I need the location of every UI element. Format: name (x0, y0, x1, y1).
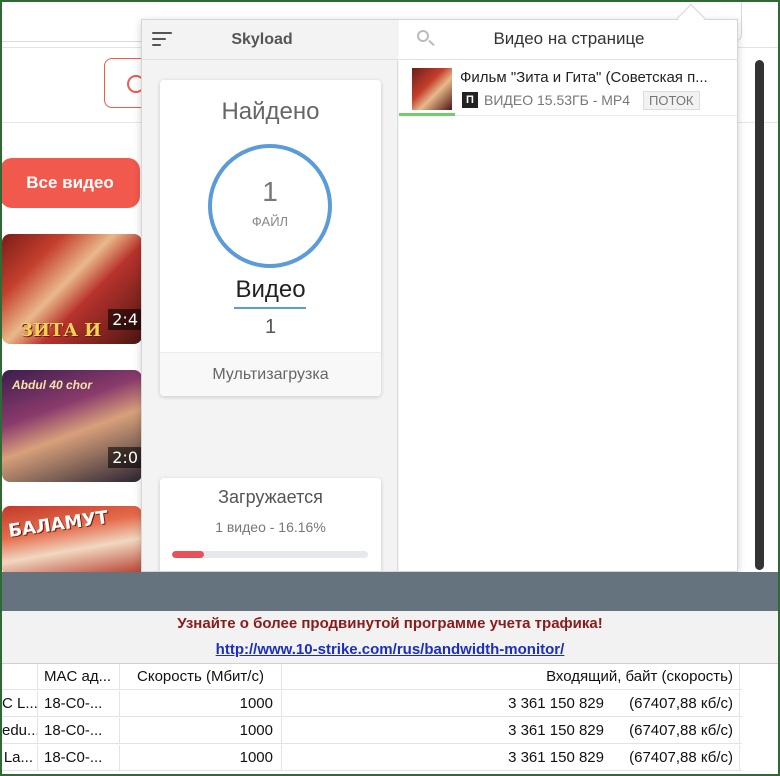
video-item-progress (399, 113, 455, 116)
cell-name: C L... (2, 691, 38, 717)
thumbnail-title: БАЛАМУТ (7, 507, 110, 542)
skyload-right-pane: Видео на странице Фильм "Зита и Гита" (С… (399, 20, 737, 571)
cell-speed: 1000 (120, 718, 282, 744)
adapters-table: MAC ад... Скорость (Мбит/с) Входящий, ба… (2, 663, 778, 774)
stream-tag[interactable]: ПОТОК (643, 91, 700, 110)
duration-badge: 2:4 (108, 309, 142, 330)
page-scrollbar[interactable] (755, 60, 764, 570)
table-row[interactable]: La... 18-C0-... 1000 3 361 150 829 (6740… (2, 745, 778, 771)
search-icon[interactable] (417, 30, 435, 48)
cell-rate: (67407,88 кб/с) (606, 745, 740, 771)
thumbnail-poster-text: Abdul 40 chor (12, 378, 93, 392)
column-header-speed[interactable]: Скорость (Мбит/с) (120, 664, 282, 690)
video-item-thumbnail (412, 68, 452, 110)
video-thumbnail[interactable]: БАЛАМУТ (2, 506, 142, 572)
loading-card[interactable]: Загружается 1 видео - 16.16% (160, 478, 381, 571)
promo-text: Узнайте о более продвинутой программе уч… (177, 615, 603, 632)
skyload-popup: Skyload Найдено 1 ФАЙЛ Видео 1 Мультизаг… (141, 19, 738, 572)
video-item-name: Фильм "Зита и Гита" (Советская п... (460, 69, 708, 86)
loading-status: 1 видео - 16.16% (215, 519, 326, 535)
video-list-title: Видео на странице (493, 29, 645, 48)
found-count-ring: 1 ФАЙЛ (208, 144, 332, 268)
table-row[interactable]: edu... 18-C0-... 1000 3 361 150 829 (674… (2, 718, 778, 744)
cell-rate: (67407,88 кб/с) (606, 718, 740, 744)
cell-rate: (67407,88 кб/с) (606, 691, 740, 717)
found-title: Найдено (221, 98, 320, 125)
all-videos-button[interactable]: Все видео (2, 158, 140, 208)
skyload-left-pane: Skyload Найдено 1 ФАЙЛ Видео 1 Мультизаг… (142, 20, 398, 571)
video-thumbnail[interactable]: ЗИТА И ГИТА 2:4 (2, 234, 142, 344)
promo-banner: Узнайте о более продвинутой программе уч… (2, 611, 778, 663)
app-title: Skyload (231, 31, 293, 48)
cell-mac: 18-C0-... (38, 745, 120, 771)
window-separator (2, 572, 778, 611)
download-progress-bar (172, 551, 368, 558)
multi-download-button[interactable]: Мультизагрузка (160, 352, 381, 396)
found-count-label: ФАЙЛ (251, 214, 289, 229)
table-scroll-area (742, 664, 778, 774)
column-header-mac[interactable]: MAC ад... (38, 664, 120, 690)
column-header[interactable] (2, 664, 38, 690)
menu-icon[interactable] (152, 30, 174, 48)
cell-name: La... (2, 745, 38, 771)
found-card: Найдено 1 ФАЙЛ Видео 1 Мультизагрузка (160, 80, 381, 396)
source-badge-icon: П (462, 92, 478, 108)
cell-incoming: 3 361 150 829 (508, 722, 604, 739)
table-header-row: MAC ад... Скорость (Мбит/с) Входящий, ба… (2, 664, 778, 690)
video-item-meta: ВИДЕО 15.53ГБ - MP4 (484, 92, 631, 108)
found-count: 1 (262, 176, 278, 207)
duration-badge: 2:0 (108, 447, 142, 468)
cell-name: edu... (2, 718, 38, 744)
type-tab-video[interactable]: Видео (160, 276, 381, 304)
loading-title: Загружается (218, 487, 323, 507)
cell-speed: 1000 (120, 745, 282, 771)
type-tab-underline (234, 307, 306, 309)
cell-speed: 1000 (120, 691, 282, 717)
table-row[interactable]: C L... 18-C0-... 1000 3 361 150 829 (674… (2, 691, 778, 717)
skyload-header: Skyload (142, 20, 398, 60)
type-count: 1 (264, 316, 277, 338)
video-thumbnail[interactable]: Abdul 40 chor 2:0 (2, 370, 142, 482)
video-list-item[interactable]: Фильм "Зита и Гита" (Советская п... П ВИ… (399, 61, 737, 116)
cell-mac: 18-C0-... (38, 718, 120, 744)
scrollbar-thumb[interactable] (755, 60, 764, 570)
cell-mac: 18-C0-... (38, 691, 120, 717)
cell-incoming: 3 361 150 829 (508, 749, 604, 766)
column-header-incoming[interactable]: Входящий, байт (скорость) (282, 664, 740, 690)
download-progress-fill (172, 551, 204, 558)
promo-link[interactable]: http://www.10-strike.com/rus/bandwidth-m… (2, 641, 778, 658)
cell-incoming: 3 361 150 829 (508, 695, 604, 712)
